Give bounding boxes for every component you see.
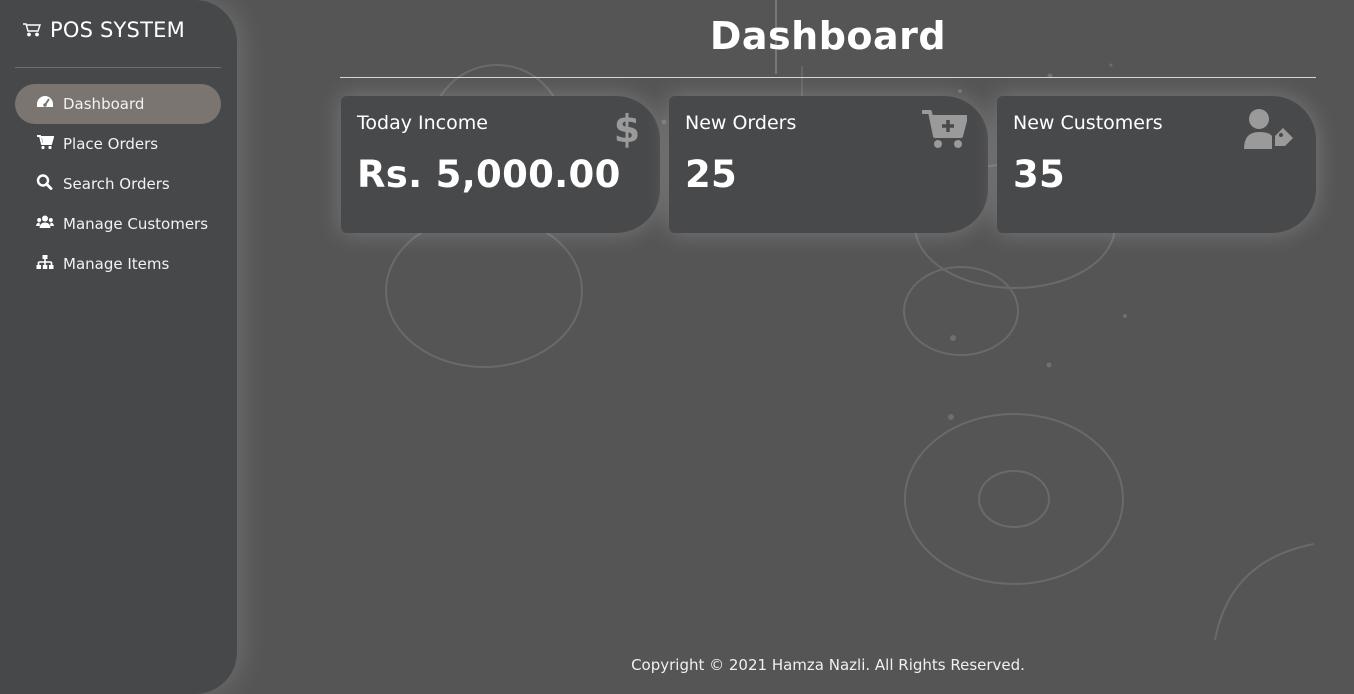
footer-copyright: Copyright © 2021 Hamza Nazli. All Rights… [631,656,1025,674]
card-label: Today Income [357,112,488,134]
sidebar-item-label: Dashboard [63,95,145,113]
sidebar: POS SYSTEM Dashboard Place Orders Search… [0,0,237,694]
cart-outline-icon [22,18,42,42]
user-tag-icon [1243,108,1295,154]
new-customers-card: New Customers 35 [997,96,1316,233]
svg-text:$: $ [614,108,640,150]
sidebar-item-label: Manage Items [63,255,170,273]
new-orders-card: New Orders 25 [669,96,988,233]
sidebar-item-manage-customers[interactable]: Manage Customers [15,204,221,244]
card-value: Rs. 5,000.00 [357,153,621,196]
card-label: New Orders [685,112,797,134]
sidebar-item-label: Place Orders [63,135,159,153]
cart-plus-icon [921,108,968,154]
dollar-icon: $ [613,107,641,154]
card-label: New Customers [1013,112,1163,134]
title-divider [340,77,1316,78]
brand-divider [15,67,221,68]
cart-plus-icon [36,134,55,154]
card-value: 25 [685,153,738,196]
sidebar-item-label: Manage Customers [63,215,209,233]
brand-title: POS SYSTEM [50,18,185,42]
page-title: Dashboard [709,14,947,58]
sidebar-nav: Dashboard Place Orders Search Orders Man… [15,84,221,284]
sidebar-item-search-orders[interactable]: Search Orders [15,164,221,204]
users-icon [36,214,54,234]
brand[interactable]: POS SYSTEM [22,18,185,42]
card-value: 35 [1013,153,1066,196]
sidebar-item-dashboard[interactable]: Dashboard [15,84,221,124]
sidebar-item-label: Search Orders [63,175,170,193]
today-income-card: Today Income Rs. 5,000.00 $ [341,96,660,233]
sitemap-icon [36,254,54,274]
sidebar-item-place-orders[interactable]: Place Orders [15,124,221,164]
search-icon [36,174,54,194]
sidebar-item-manage-items[interactable]: Manage Items [15,244,221,284]
tachometer-icon [36,94,54,114]
